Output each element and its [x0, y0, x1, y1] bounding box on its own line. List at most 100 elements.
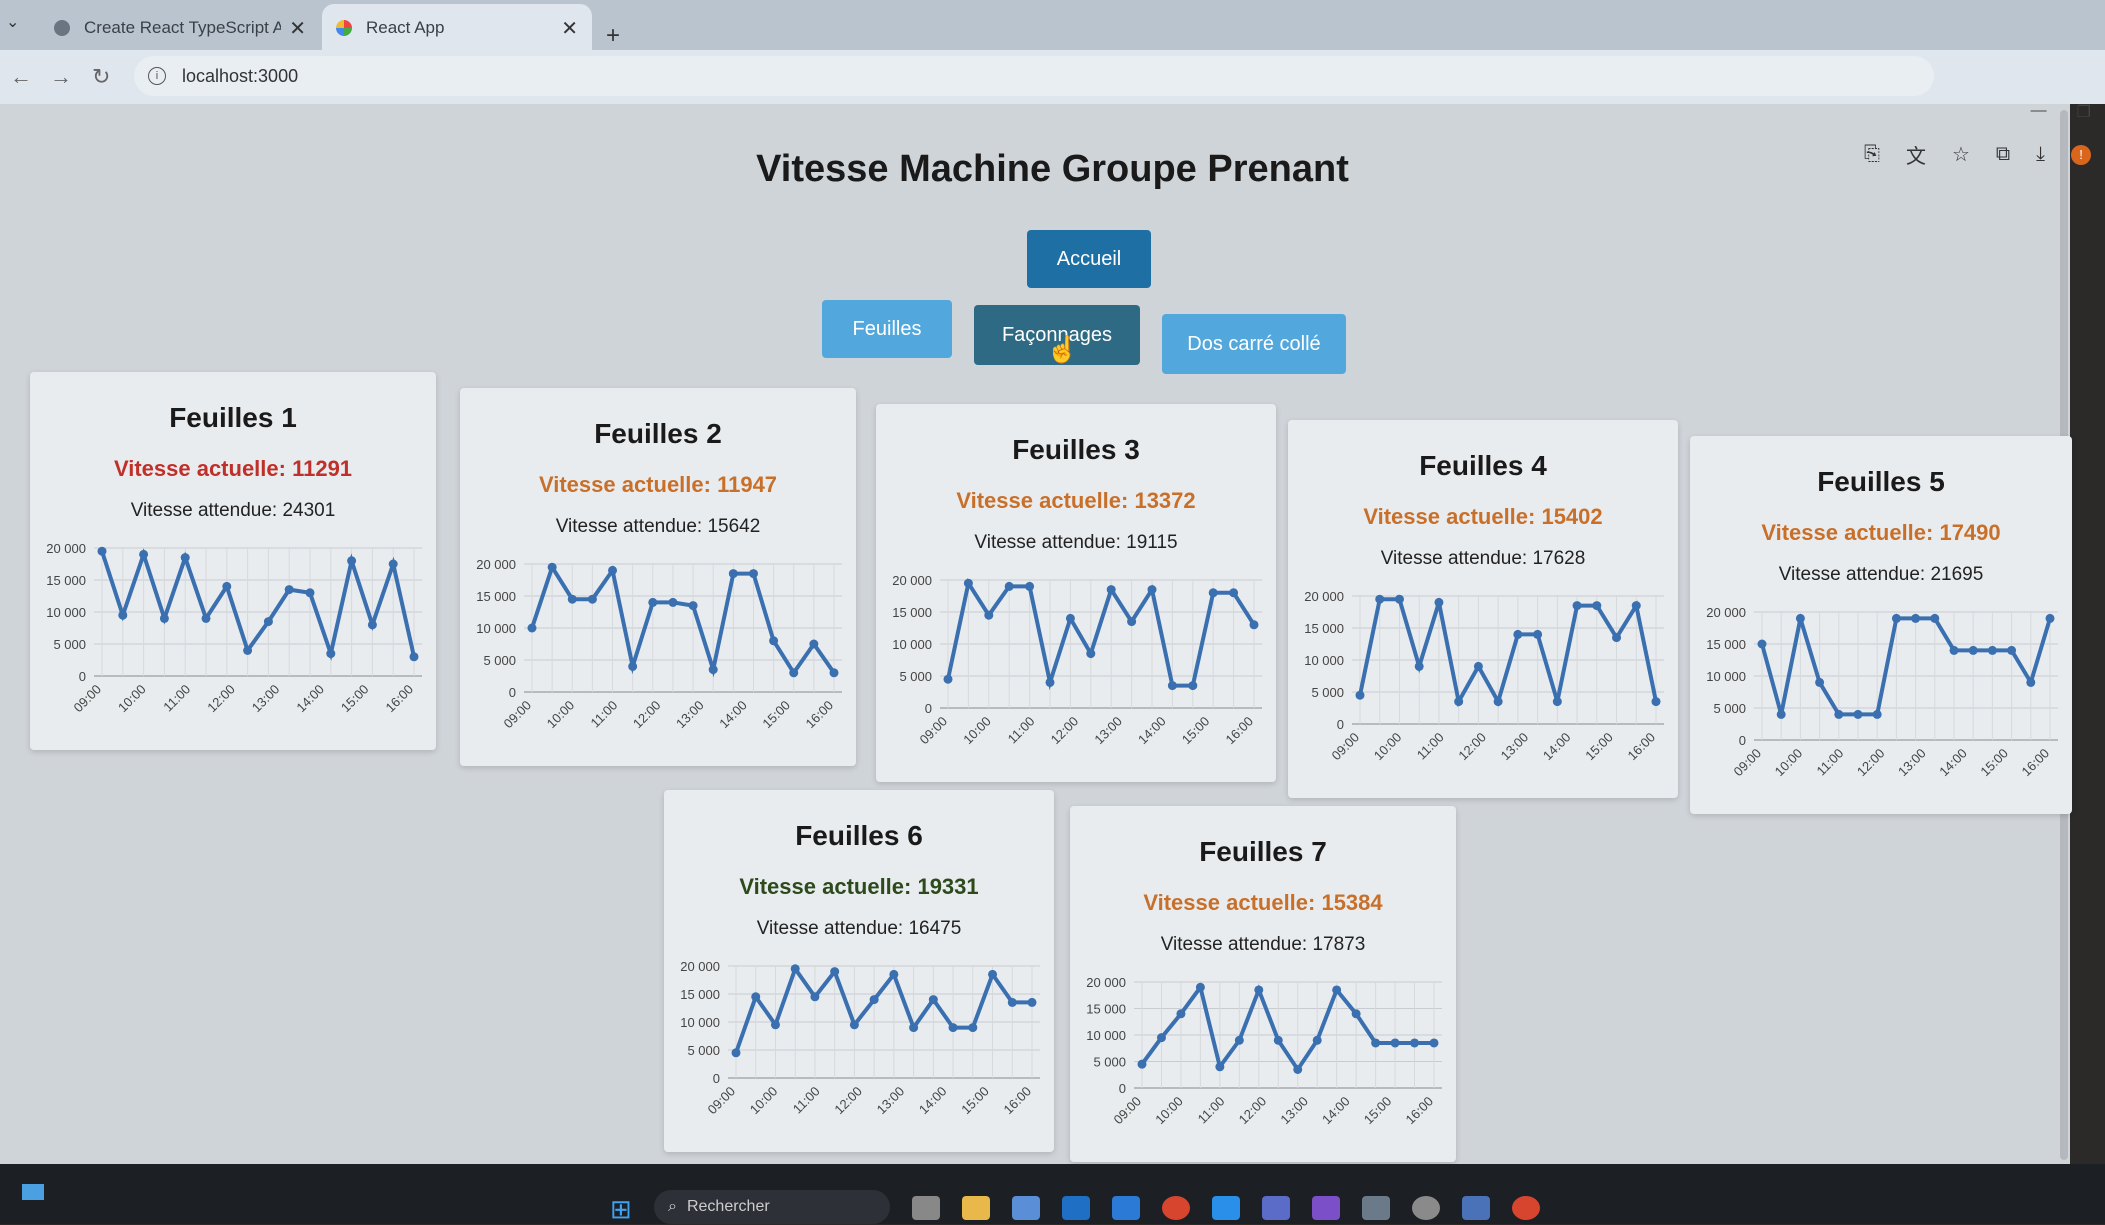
new-tab-icon[interactable]: +	[606, 22, 620, 50]
card-title: Feuilles 5	[1817, 466, 1945, 497]
data-point	[180, 553, 190, 563]
task-view-icon[interactable]	[912, 1196, 940, 1220]
data-point	[1176, 1009, 1186, 1019]
page-title: Vitesse Machine Groupe Prenant	[756, 148, 1349, 190]
data-point	[1473, 661, 1483, 671]
x-tick-label: 10:00	[1371, 730, 1405, 764]
expected-speed: Vitesse attendue: 17873	[1160, 934, 1366, 955]
restore-icon[interactable]: ❐	[2077, 102, 2091, 122]
taskbar-search[interactable]: ⌕ Rechercher	[654, 1190, 890, 1224]
y-tick-label: 20 000	[1086, 975, 1126, 990]
url-field[interactable]: i localhost:3000	[134, 56, 1934, 96]
data-point	[1312, 1035, 1322, 1045]
reload-icon[interactable]: ↻	[92, 64, 110, 90]
windows-start-icon[interactable]: ⊞	[610, 1194, 632, 1225]
close-icon[interactable]: ✕	[561, 16, 578, 41]
x-tick-label: 13:00	[1091, 714, 1125, 748]
x-tick-label: 11:00	[1005, 714, 1038, 747]
data-point	[708, 665, 718, 675]
data-point	[668, 597, 678, 607]
vscode-icon[interactable]	[1212, 1196, 1240, 1220]
data-point	[1137, 1059, 1147, 1069]
y-tick-label: 10 000	[476, 621, 516, 636]
data-point	[1513, 629, 1523, 639]
chrome-icon[interactable]	[1162, 1196, 1190, 1220]
tab-label: React App	[366, 18, 445, 37]
data-point	[608, 565, 618, 575]
x-tick-label: 14:00	[293, 682, 327, 716]
data-point	[1355, 690, 1365, 700]
data-point	[984, 610, 994, 620]
widgets-icon[interactable]	[22, 1184, 44, 1200]
data-point	[347, 556, 357, 566]
current-speed: Vitesse actuelle: 15384	[1143, 890, 1383, 915]
y-tick-label: 0	[1739, 733, 1746, 748]
close-icon[interactable]: ✕	[289, 16, 306, 41]
tab-create-react-app[interactable]: Create React TypeScript App ✕	[40, 4, 320, 52]
data-point	[284, 585, 294, 595]
data-point	[1911, 613, 1921, 623]
machine-card: Feuilles 5 Vitesse actuelle: 17490 Vitesse…	[1690, 436, 2072, 814]
x-tick-label: 13:00	[249, 682, 283, 716]
tab-list-icon[interactable]: ⌄	[6, 12, 19, 32]
data-point	[968, 1023, 978, 1033]
data-point	[1757, 639, 1767, 649]
feuilles-button[interactable]: Feuilles	[822, 300, 952, 358]
x-tick-label: 11:00	[790, 1084, 823, 1117]
app-icon[interactable]	[1462, 1196, 1490, 1220]
forward-icon[interactable]: →	[50, 64, 72, 90]
data-point	[1930, 613, 1940, 623]
x-tick-label: 09:00	[705, 1084, 739, 1118]
minimize-icon[interactable]: —	[2031, 102, 2047, 122]
y-tick-label: 10 000	[1086, 1028, 1126, 1043]
x-tick-label: 13:00	[673, 698, 707, 732]
data-point	[326, 649, 336, 659]
outlook-icon[interactable]	[1062, 1196, 1090, 1220]
url-text: localhost:3000	[182, 65, 299, 86]
x-tick-label: 15:00	[338, 682, 372, 716]
data-point	[1533, 629, 1543, 639]
taskbar-apps	[912, 1196, 1540, 1220]
data-point	[1612, 633, 1622, 643]
y-tick-label: 10 000	[892, 637, 932, 652]
y-tick-label: 0	[509, 685, 516, 700]
x-tick-label: 09:00	[1731, 746, 1765, 780]
x-tick-label: 14:00	[1540, 730, 1574, 764]
site-info-icon[interactable]: i	[148, 67, 166, 85]
data-point	[928, 995, 938, 1005]
speed-line-chart: 05 00010 00015 00020 00009:00 10:00 11:00 1…	[1706, 605, 2058, 780]
teams-icon[interactable]	[1262, 1196, 1290, 1220]
y-tick-label: 15 000	[680, 987, 720, 1002]
tab-react-app[interactable]: React App ✕	[322, 4, 592, 52]
app-icon[interactable]	[1412, 1196, 1440, 1220]
y-tick-label: 15 000	[892, 605, 932, 620]
store-icon[interactable]	[1012, 1196, 1040, 1220]
x-tick-label: 12:00	[1236, 1094, 1270, 1128]
x-tick-label: 16:00	[1625, 730, 1659, 764]
dos-carre-colle-button[interactable]: Dos carré collé	[1162, 314, 1346, 374]
machine-card: Feuilles 4 Vitesse actuelle: 15402 Vitesse…	[1288, 420, 1678, 798]
app-icon[interactable]	[1362, 1196, 1390, 1220]
data-point	[1188, 681, 1198, 691]
data-point	[1195, 982, 1205, 992]
machine-card: Feuilles 3 Vitesse actuelle: 13372 Vitesse…	[876, 404, 1276, 782]
back-icon[interactable]: ←	[10, 64, 32, 90]
data-point	[1027, 997, 1037, 1007]
data-point	[751, 992, 761, 1002]
accueil-button[interactable]: Accueil	[1027, 230, 1151, 288]
azure-icon[interactable]	[1112, 1196, 1140, 1220]
x-tick-label: 10:00	[960, 714, 994, 748]
tab-label: Create React TypeScript App	[84, 18, 282, 37]
x-tick-label: 13:00	[1277, 1094, 1311, 1128]
x-tick-label: 10:00	[544, 698, 578, 732]
data-point	[1434, 597, 1444, 607]
file-explorer-icon[interactable]	[962, 1196, 990, 1220]
data-point	[748, 569, 758, 579]
chrome-icon[interactable]	[1512, 1196, 1540, 1220]
expected-speed: Vitesse attendue: 19115	[974, 532, 1178, 553]
visual-studio-icon[interactable]	[1312, 1196, 1340, 1220]
x-tick-label: 13:00	[1498, 730, 1532, 764]
x-tick-label: 12:00	[630, 698, 664, 732]
data-point	[1454, 697, 1464, 707]
y-tick-label: 5 000	[483, 653, 516, 668]
